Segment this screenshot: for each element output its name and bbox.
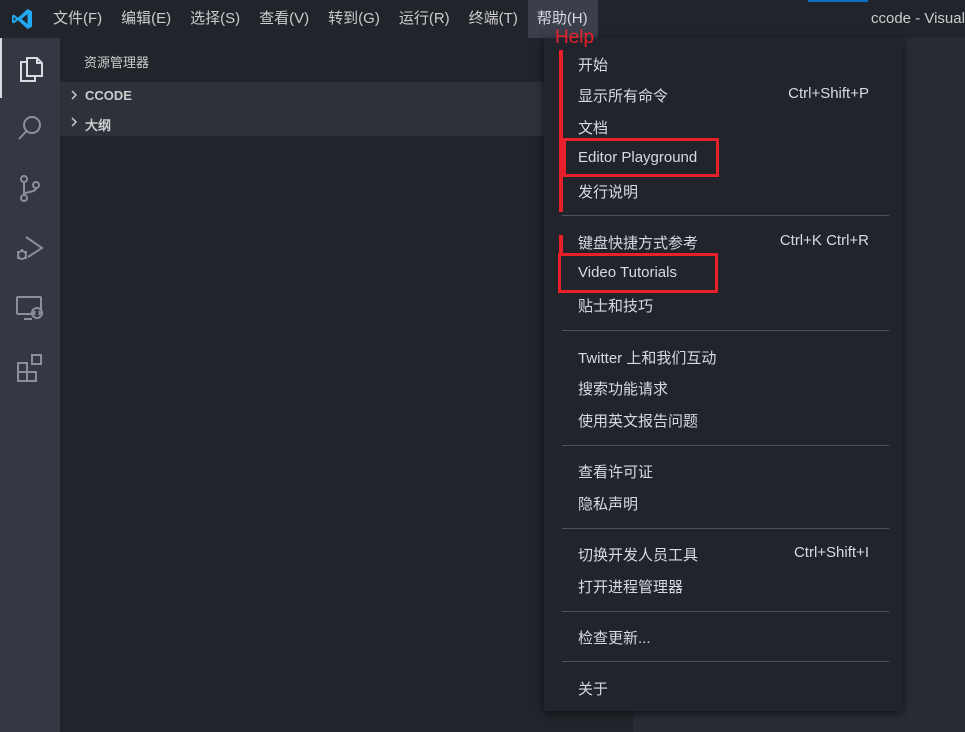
menu-run[interactable]: 运行(R) — [390, 0, 460, 38]
menu-item-label: 隐私声明 — [578, 496, 639, 513]
menu-separator — [562, 445, 889, 446]
menu-separator — [562, 528, 889, 529]
menu-item-label: 贴士和技巧 — [578, 298, 654, 315]
menu-item-label: 文档 — [578, 120, 609, 137]
menu-item-toggle-developer-tools[interactable]: 切换开发人员工具 Ctrl+Shift+I — [544, 538, 903, 568]
menu-selection[interactable]: 选择(S) — [181, 0, 250, 38]
search-icon — [18, 116, 41, 140]
menu-item-label: 发行说明 — [578, 184, 639, 201]
menu-item-open-process-explorer[interactable]: 打开进程管理器 — [544, 570, 903, 600]
explorer-button[interactable] — [0, 38, 60, 98]
menu-item-shortcut: Ctrl+Shift+P — [788, 85, 869, 102]
menu-item-report-issue[interactable]: 使用英文报告问题 — [544, 404, 903, 434]
extensions-icon — [17, 354, 42, 382]
menu-bar: 文件(F) 编辑(E) 选择(S) 查看(V) 转到(G) 运行(R) 终端(T… — [44, 0, 598, 38]
menu-item-label: 使用英文报告问题 — [578, 413, 699, 430]
run-debug-icon — [17, 236, 44, 260]
menu-item-label: 切换开发人员工具 — [578, 547, 699, 564]
menu-item-search-feature-requests[interactable]: 搜索功能请求 — [544, 372, 903, 402]
menu-item-label: 搜索功能请求 — [578, 381, 669, 398]
menu-separator — [562, 330, 889, 331]
sidebar-title: 资源管理器 — [84, 55, 150, 70]
menu-terminal[interactable]: 终端(T) — [460, 0, 528, 38]
menu-item-label: 显示所有命令 — [578, 88, 669, 105]
menu-item-release-notes[interactable]: 发行说明 — [544, 175, 903, 205]
menu-item-label: 查看许可证 — [578, 464, 654, 481]
menu-separator — [562, 215, 889, 216]
title-accent-bar — [808, 0, 868, 2]
menu-item-check-for-updates[interactable]: 检查更新... — [544, 621, 903, 651]
menu-file[interactable]: 文件(F) — [44, 0, 112, 38]
menu-item-get-started[interactable]: 开始 — [544, 48, 903, 78]
menu-item-privacy-statement[interactable]: 隐私声明 — [544, 487, 903, 517]
source-control-icon — [20, 175, 40, 202]
remote-explorer-button[interactable] — [0, 278, 60, 338]
search-button[interactable] — [0, 98, 60, 158]
chevron-right-icon — [71, 117, 78, 127]
annotation-label: Help — [555, 27, 595, 48]
explorer-icon — [20, 57, 43, 82]
menu-item-label: Twitter 上和我们互动 — [578, 350, 717, 367]
menu-go[interactable]: 转到(G) — [319, 0, 390, 38]
menu-item-label: 打开进程管理器 — [578, 579, 684, 596]
annotation-box-video-tutorials — [558, 253, 718, 293]
menu-item-shortcut: Ctrl+K Ctrl+R — [779, 232, 869, 249]
menu-item-about[interactable]: 关于 — [544, 672, 903, 702]
remote-explorer-icon — [16, 296, 43, 320]
activity-bar — [0, 38, 60, 732]
source-control-button[interactable] — [0, 158, 60, 218]
menu-item-shortcut: Ctrl+Shift+I — [793, 544, 869, 561]
menu-separator — [562, 611, 889, 612]
annotation-box-editor-playground — [563, 138, 719, 177]
menu-separator — [562, 661, 889, 662]
menu-item-twitter[interactable]: Twitter 上和我们互动 — [544, 341, 903, 371]
menu-item-label: 键盘快捷方式参考 — [578, 235, 699, 252]
section-label: CCODE — [85, 88, 132, 103]
menu-item-view-license[interactable]: 查看许可证 — [544, 455, 903, 485]
menu-item-documentation[interactable]: 文档 — [544, 111, 903, 141]
window-title: ccode - Visual — [871, 10, 965, 27]
extensions-button[interactable] — [0, 338, 60, 398]
annotation-line — [559, 235, 563, 255]
section-label: 大纲 — [85, 118, 112, 133]
vscode-logo-icon — [12, 9, 32, 29]
chevron-right-icon — [71, 90, 78, 100]
menu-item-label: 开始 — [578, 57, 609, 74]
menu-item-label: 关于 — [578, 681, 609, 698]
menu-item-label: 检查更新... — [578, 630, 651, 647]
menu-item-keyboard-shortcuts-reference[interactable]: 键盘快捷方式参考 Ctrl+K Ctrl+R — [544, 226, 903, 256]
menu-item-tips-and-tricks[interactable]: 贴士和技巧 — [544, 289, 903, 319]
menu-edit[interactable]: 编辑(E) — [112, 0, 181, 38]
annotation-line — [559, 50, 563, 212]
menu-view[interactable]: 查看(V) — [250, 0, 319, 38]
run-debug-button[interactable] — [0, 218, 60, 278]
title-bar: 文件(F) 编辑(E) 选择(S) 查看(V) 转到(G) 运行(R) 终端(T… — [0, 0, 965, 38]
menu-item-show-all-commands[interactable]: 显示所有命令 Ctrl+Shift+P — [544, 79, 903, 109]
